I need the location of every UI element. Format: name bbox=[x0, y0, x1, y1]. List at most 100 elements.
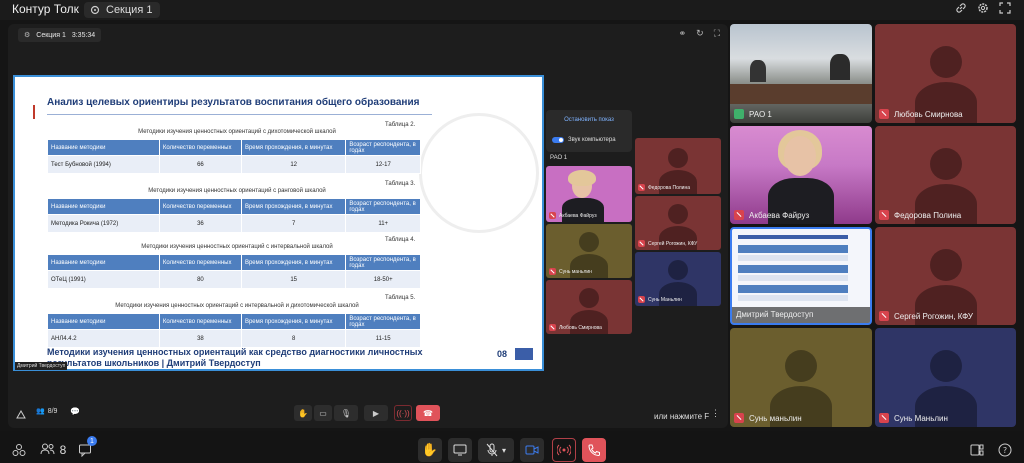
participant-tile[interactable]: Акбаева Файруз bbox=[546, 166, 632, 222]
end-call-mini-button[interactable]: ☎ bbox=[416, 405, 440, 421]
mini-table bbox=[738, 245, 848, 253]
link-icon[interactable]: ⚭ bbox=[679, 28, 687, 39]
silhouette-head bbox=[579, 288, 599, 308]
participants-button[interactable]: 8 bbox=[38, 438, 68, 462]
sound-mini-button[interactable]: ((·)) bbox=[394, 405, 412, 421]
tile-label: Сунь Маньлин bbox=[879, 413, 948, 423]
participant-tile[interactable]: Любовь Смирнова bbox=[546, 280, 632, 334]
raise-hand-button[interactable]: ✋ bbox=[418, 438, 442, 462]
table-header: Время прохождения, в минутах bbox=[240, 139, 347, 156]
table-cell: 38 bbox=[158, 329, 242, 348]
table-cell: Методика Рокича (1972) bbox=[47, 214, 160, 233]
participant-tile[interactable]: РАО 1 bbox=[730, 24, 872, 123]
sound-button[interactable] bbox=[552, 438, 576, 462]
tile-name: Сунь Маньлин bbox=[648, 296, 682, 303]
tile-name: Любовь Смирнова bbox=[559, 324, 602, 331]
table-cell: 11-15 bbox=[345, 329, 421, 348]
table-header: Количество переменных bbox=[158, 139, 242, 156]
table-header: Возраст респондента, в годах bbox=[345, 139, 421, 156]
tile-label: Федорова Полина bbox=[638, 184, 690, 191]
tile-label: Сунь Маньлин bbox=[638, 296, 682, 303]
tile-label: Сергей Рогожин, КФУ bbox=[879, 311, 973, 321]
slide-footer: Методики изучения ценностных ориентаций … bbox=[47, 347, 423, 368]
layout-icon[interactable] bbox=[968, 438, 986, 462]
table-header: Возраст респондента, в годах bbox=[345, 198, 421, 215]
mic-off-icon bbox=[549, 324, 556, 331]
table-caption: Методики изучения ценностных ориентаций … bbox=[141, 244, 333, 250]
participant-tile[interactable]: Сергей Рогожин, КФУ bbox=[875, 227, 1016, 325]
participant-tile[interactable]: Сунь маньлин bbox=[546, 224, 632, 278]
fullscreen-hint-text: или нажмите F bbox=[654, 412, 710, 421]
mic-mini-button[interactable]: 🎙 bbox=[334, 405, 358, 421]
tile-name: Дмитрий Твердоступ bbox=[736, 310, 814, 319]
settings-icon: ⚙ bbox=[24, 32, 31, 39]
toggle-switch[interactable] bbox=[552, 137, 564, 143]
fullscreen-icon[interactable] bbox=[999, 2, 1011, 14]
participant-tile[interactable]: Сунь маньлин bbox=[730, 328, 872, 427]
tile-name: Сунь Маньлин bbox=[894, 413, 948, 423]
speaker-tag: Дмитрий Твердоступ bbox=[15, 362, 68, 370]
silhouette-head bbox=[668, 260, 688, 280]
tile-name: Сергей Рогожин, КФУ bbox=[894, 311, 973, 321]
chevron-down-icon[interactable]: ▾ bbox=[502, 446, 506, 455]
tile-label: РАО 1 bbox=[734, 109, 772, 119]
participant-tile[interactable]: Сунь Маньлин bbox=[635, 252, 721, 306]
end-call-button[interactable] bbox=[582, 438, 606, 462]
section-chip[interactable]: Секция 1 bbox=[84, 2, 161, 18]
tile-name: Акбаева Файруз bbox=[559, 212, 597, 219]
person bbox=[750, 60, 766, 82]
tile-label: Дмитрий Твердоступ bbox=[736, 310, 813, 319]
tile-label: Любовь Смирнова bbox=[879, 109, 963, 119]
participant-tile-screen[interactable]: Дмитрий Твердоступ bbox=[730, 227, 872, 325]
refresh-icon[interactable]: ↻ bbox=[696, 28, 704, 39]
camera-button[interactable] bbox=[520, 438, 544, 462]
hair bbox=[568, 170, 596, 186]
settings-icon bbox=[90, 5, 100, 15]
participant-tile[interactable]: Федорова Полина bbox=[875, 126, 1016, 224]
apps-icon[interactable] bbox=[16, 407, 28, 419]
participants-mini[interactable]: 👥 8/9 bbox=[36, 407, 57, 416]
tile-label: Акбаева Файруз bbox=[549, 212, 597, 219]
stop-share-button[interactable]: Остановить показ bbox=[552, 114, 626, 126]
share-popup: Остановить показ Звук компьютера bbox=[546, 110, 632, 152]
table-header: Время прохождения, в минутах bbox=[240, 254, 347, 271]
presentation-slide: Анализ целевых ориентиры результатов вос… bbox=[13, 75, 544, 371]
silhouette-head bbox=[579, 232, 599, 252]
tile-name: РАО 1 bbox=[749, 109, 772, 119]
participant-tile[interactable]: Федорова Полина bbox=[635, 138, 721, 194]
help-icon[interactable]: ? bbox=[996, 438, 1014, 462]
computer-sound-toggle[interactable]: Звук компьютера bbox=[552, 137, 616, 143]
share-timer: 3:35:34 bbox=[71, 31, 96, 39]
table-number: Таблица 2. bbox=[385, 122, 416, 128]
tile-name: Любовь Смирнова bbox=[894, 109, 963, 119]
tile-label: Сергей Рогожин, КФУ bbox=[638, 240, 697, 247]
apps-icon[interactable] bbox=[10, 438, 28, 462]
silhouette-head bbox=[930, 46, 962, 78]
slide-number: 08 bbox=[497, 349, 508, 359]
participant-tile[interactable]: Любовь Смирнова bbox=[875, 24, 1016, 123]
more-icon[interactable]: ⋮ bbox=[711, 408, 720, 419]
screen-share-button[interactable] bbox=[448, 438, 472, 462]
silhouette-head bbox=[668, 204, 688, 224]
person bbox=[830, 54, 850, 80]
link-icon[interactable] bbox=[955, 2, 967, 14]
raise-hand-mini-button[interactable]: ✋ bbox=[294, 405, 312, 421]
mic-off-icon bbox=[734, 210, 744, 220]
participant-tile[interactable]: Акбаева Файруз bbox=[730, 126, 872, 224]
participant-tile[interactable]: Сунь Маньлин bbox=[875, 328, 1016, 427]
mic-button[interactable]: ▾ bbox=[478, 438, 514, 462]
mic-on-icon bbox=[734, 109, 744, 119]
screen-share-mini-button[interactable]: ▭ bbox=[314, 405, 332, 421]
table-header: Время прохождения, в минутах bbox=[240, 313, 347, 330]
camera-mini-button[interactable]: ▶ bbox=[364, 405, 388, 421]
share-source-label: РАО 1 bbox=[550, 155, 568, 161]
svg-text:?: ? bbox=[1003, 446, 1007, 455]
table-header: Название методики bbox=[47, 254, 160, 271]
slide-number-box bbox=[515, 348, 533, 360]
mini-table bbox=[738, 255, 848, 261]
table-cell: 7 bbox=[240, 214, 347, 233]
fullscreen-icon[interactable]: ⛶ bbox=[714, 28, 720, 39]
chat-mini-icon[interactable]: 💬 bbox=[70, 407, 80, 416]
gear-icon[interactable] bbox=[977, 2, 989, 14]
participant-tile[interactable]: Сергей Рогожин, КФУ bbox=[635, 196, 721, 250]
